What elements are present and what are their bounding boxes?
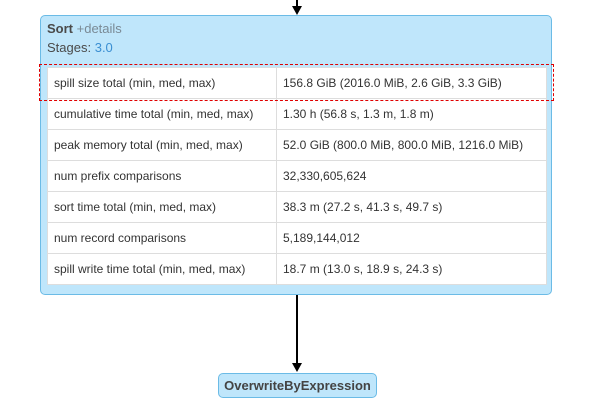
metric-row: sort time total (min, med, max) 38.3 m (… xyxy=(47,191,547,223)
highlight-box xyxy=(39,64,554,101)
metric-name: peak memory total (min, med, max) xyxy=(47,129,277,161)
edge-line xyxy=(296,295,298,363)
metric-row: peak memory total (min, med, max) 52.0 G… xyxy=(47,129,547,161)
sort-node[interactable]: Sort +details Stages: 3.0 spill size tot… xyxy=(40,15,552,295)
metric-name: spill write time total (min, med, max) xyxy=(47,253,277,285)
incoming-arrow-head xyxy=(292,6,302,15)
metric-row: spill write time total (min, med, max) 1… xyxy=(47,253,547,285)
node-title: Sort xyxy=(47,21,73,36)
metric-value: 5,189,144,012 xyxy=(276,222,547,254)
overwrite-node[interactable]: OverwriteByExpression xyxy=(218,373,377,398)
metric-value: 1.30 h (56.8 s, 1.3 m, 1.8 m) xyxy=(276,98,547,130)
metric-row: num prefix comparisons 32,330,605,624 xyxy=(47,160,547,192)
metric-row: cumulative time total (min, med, max) 1.… xyxy=(47,98,547,130)
edge-arrow-head xyxy=(292,363,302,372)
overwrite-node-title: OverwriteByExpression xyxy=(224,378,371,393)
stage-link[interactable]: 3.0 xyxy=(95,40,113,55)
metric-name: cumulative time total (min, med, max) xyxy=(47,98,277,130)
node-stages: Stages: 3.0 xyxy=(47,40,113,56)
metric-row: num record comparisons 5,189,144,012 xyxy=(47,222,547,254)
metric-name: sort time total (min, med, max) xyxy=(47,191,277,223)
node-header: Sort +details xyxy=(47,21,122,37)
metric-name: num prefix comparisons xyxy=(47,160,277,192)
metric-value: 52.0 GiB (800.0 MiB, 800.0 MiB, 1216.0 M… xyxy=(276,129,547,161)
metric-value: 38.3 m (27.2 s, 41.3 s, 49.7 s) xyxy=(276,191,547,223)
metric-name: num record comparisons xyxy=(47,222,277,254)
metric-value: 18.7 m (13.0 s, 18.9 s, 24.3 s) xyxy=(276,253,547,285)
stages-label: Stages: xyxy=(47,40,92,55)
metric-value: 32,330,605,624 xyxy=(276,160,547,192)
details-toggle[interactable]: +details xyxy=(77,21,122,36)
